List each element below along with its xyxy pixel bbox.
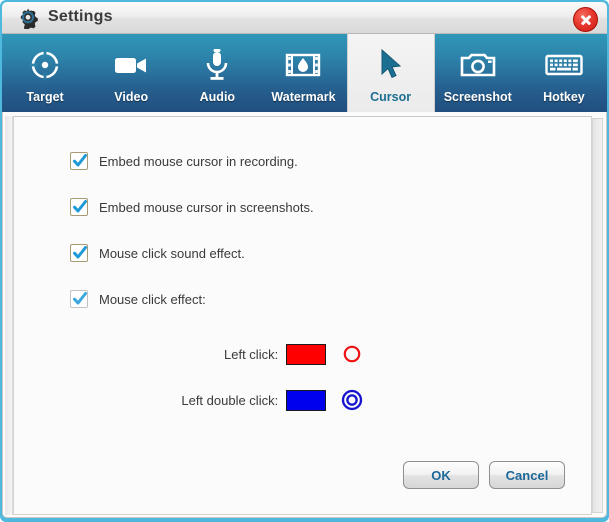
video-camera-icon xyxy=(112,46,150,84)
checkbox-mouse-click-sound[interactable] xyxy=(70,244,88,262)
tab-label: Watermark xyxy=(271,90,336,104)
keyboard-icon xyxy=(545,46,583,84)
left-click-label: Left click: xyxy=(224,346,279,362)
left-double-click-effect-row: Left double click: xyxy=(174,388,364,412)
tab-label: Target xyxy=(26,90,64,104)
settings-window: Settings Target Video Audio Watermark Cu… xyxy=(0,0,609,522)
cursor-settings-panel: Embed mouse cursor in recording. Embed m… xyxy=(13,116,592,515)
watermark-icon xyxy=(284,46,322,84)
gear-icon xyxy=(17,7,39,31)
close-icon[interactable] xyxy=(573,7,598,32)
title-bar: Settings xyxy=(2,2,607,34)
left-double-click-ring-preview[interactable] xyxy=(341,388,364,412)
checkbox-label: Embed mouse cursor in screenshots. xyxy=(99,199,314,215)
left-click-effect-row: Left click: xyxy=(174,342,364,366)
left-click-color-swatch[interactable] xyxy=(286,343,326,365)
ok-button[interactable]: OK xyxy=(403,461,479,489)
tab-label: Video xyxy=(114,90,149,104)
left-click-ring-preview[interactable] xyxy=(341,342,364,366)
tab-screenshot[interactable]: Screenshot xyxy=(435,34,521,112)
left-gutter xyxy=(5,116,13,515)
checkbox-embed-cursor-screenshots[interactable] xyxy=(70,198,88,216)
tab-bar: Target Video Audio Watermark Cursor Scre… xyxy=(2,34,607,112)
checkbox-label: Mouse click sound effect. xyxy=(99,245,245,261)
checkbox-row-embed-cursor-screenshots[interactable]: Embed mouse cursor in screenshots. xyxy=(70,198,314,216)
tab-label: Screenshot xyxy=(443,90,512,104)
cancel-button[interactable]: Cancel xyxy=(489,461,565,489)
cursor-arrow-icon xyxy=(372,46,410,84)
tab-label: Cursor xyxy=(370,90,412,104)
window-title: Settings xyxy=(48,8,113,25)
tab-cursor[interactable]: Cursor xyxy=(346,34,435,112)
tab-video[interactable]: Video xyxy=(88,34,174,112)
checkbox-label: Embed mouse cursor in recording. xyxy=(99,153,298,169)
tab-audio[interactable]: Audio xyxy=(174,34,260,112)
checkbox-row-embed-cursor-recording[interactable]: Embed mouse cursor in recording. xyxy=(70,152,298,170)
tab-label: Hotkey xyxy=(543,90,585,104)
checkbox-mouse-click-effect[interactable] xyxy=(70,290,88,308)
target-icon xyxy=(26,46,64,84)
checkbox-row-mouse-click-sound[interactable]: Mouse click sound effect. xyxy=(70,244,245,262)
settings-content-panel: Embed mouse cursor in recording. Embed m… xyxy=(2,112,607,518)
checkbox-label: Mouse click effect: xyxy=(99,291,206,307)
checkbox-embed-cursor-recording[interactable] xyxy=(70,152,88,170)
tab-label: Audio xyxy=(199,90,236,104)
vertical-scrollbar[interactable] xyxy=(592,118,603,513)
left-double-click-label: Left double click: xyxy=(181,392,279,408)
left-double-click-color-swatch[interactable] xyxy=(286,389,326,411)
tab-watermark[interactable]: Watermark xyxy=(260,34,346,112)
microphone-icon xyxy=(198,46,236,84)
tab-target[interactable]: Target xyxy=(2,34,88,112)
camera-icon xyxy=(459,46,497,84)
tab-hotkey[interactable]: Hotkey xyxy=(521,34,607,112)
checkbox-row-mouse-click-effect[interactable]: Mouse click effect: xyxy=(70,290,206,308)
